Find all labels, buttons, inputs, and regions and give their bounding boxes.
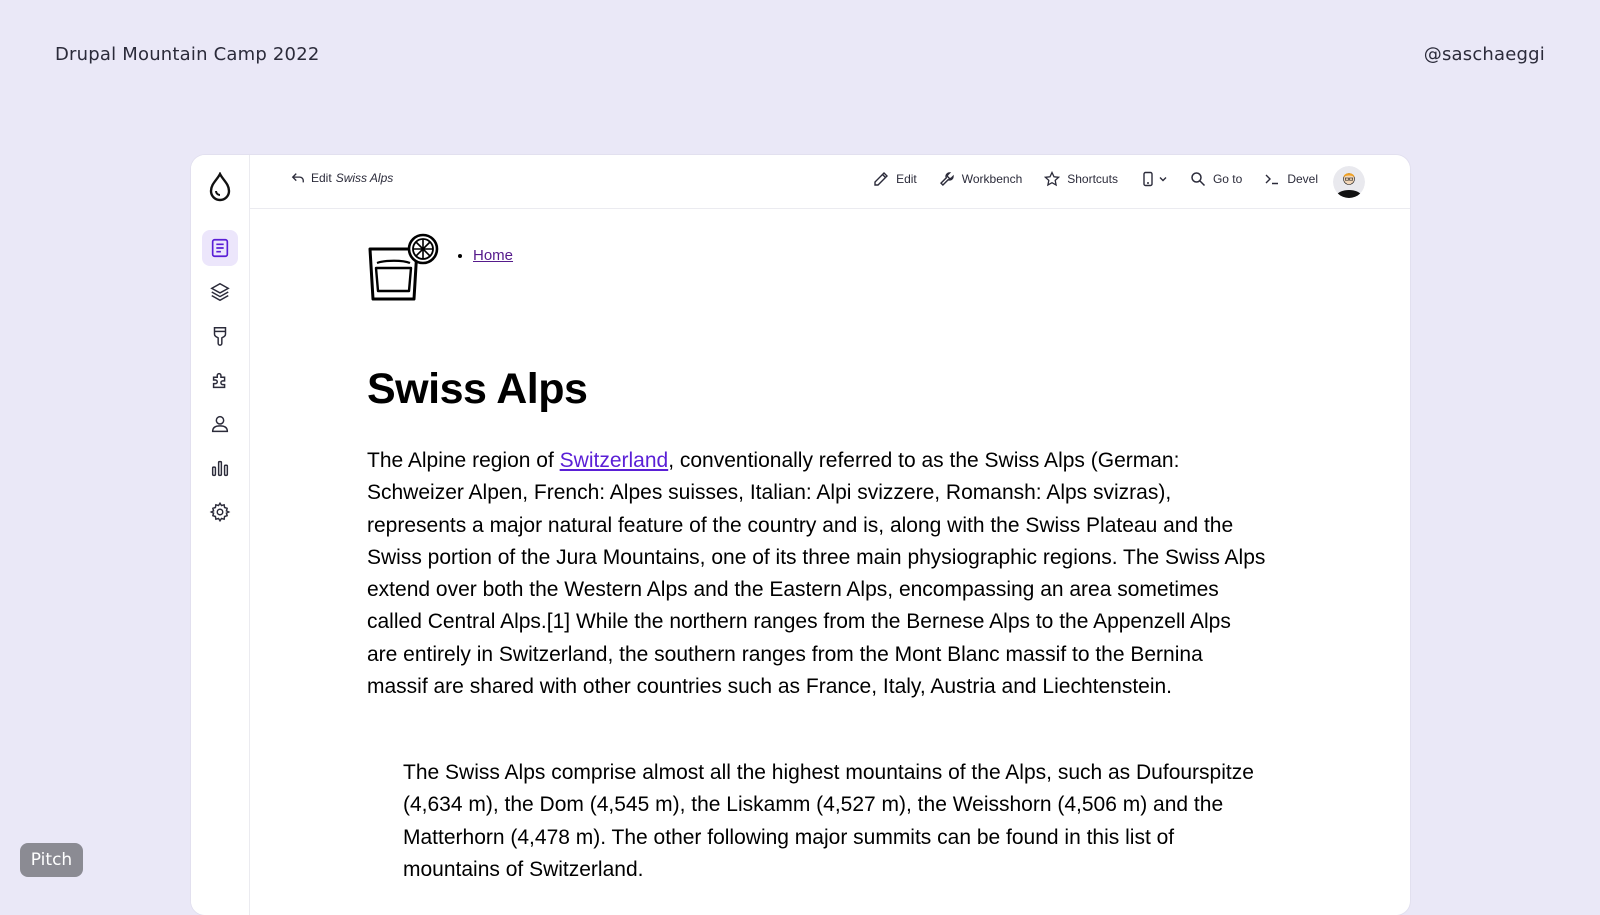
content-icon	[211, 238, 229, 258]
people-icon	[211, 415, 229, 433]
edit-node-title: Swiss Alps	[335, 171, 394, 185]
cocktail-glass-logo-icon[interactable]	[367, 233, 441, 303]
page-title: Swiss Alps	[367, 365, 588, 413]
edit-button-label: Edit	[896, 172, 917, 186]
reports-icon	[211, 460, 229, 477]
appearance-icon	[213, 327, 227, 346]
edit-label: Edit	[311, 171, 332, 185]
wrench-icon	[939, 172, 954, 186]
browser-window: Edit Swiss Alps Edit Workbench Shortcuts…	[191, 155, 1410, 915]
devel-button[interactable]: Devel	[1264, 171, 1318, 187]
star-icon	[1044, 171, 1061, 187]
extend-icon	[212, 372, 226, 389]
back-arrow-icon	[291, 173, 304, 183]
goto-button[interactable]: Go to	[1190, 171, 1242, 187]
admin-toolbar: Edit Swiss Alps Edit Workbench Shortcuts…	[249, 155, 1410, 209]
devel-label: Devel	[1287, 172, 1318, 186]
chevron-down-icon	[1159, 177, 1167, 182]
sidebar-item-configuration[interactable]	[202, 494, 238, 530]
sidebar-item-extend[interactable]	[202, 362, 238, 398]
user-avatar[interactable]	[1333, 166, 1365, 198]
goto-label: Go to	[1212, 172, 1243, 186]
edit-back-link[interactable]: Edit Swiss Alps	[291, 171, 393, 185]
intro-text-start: The Alpine region of	[367, 449, 560, 472]
toolbar-actions: Edit Workbench Shortcuts Go to Devel	[851, 171, 1318, 187]
admin-sidebar	[191, 155, 250, 915]
structure-icon	[210, 282, 230, 302]
drupal-logo-icon[interactable]	[208, 172, 232, 202]
sidebar-item-appearance[interactable]	[202, 318, 238, 354]
intro-text-rest: , conventionally referred to as the Swis…	[367, 449, 1266, 699]
edit-button[interactable]: Edit	[873, 171, 917, 187]
workbench-button[interactable]: Workbench	[939, 171, 1022, 187]
switzerland-link[interactable]: Switzerland	[560, 449, 669, 472]
shortcuts-button[interactable]: Shortcuts	[1044, 171, 1118, 187]
configuration-icon	[209, 501, 231, 523]
shortcuts-label: Shortcuts	[1067, 172, 1118, 186]
sidebar-item-content[interactable]	[202, 230, 238, 266]
workbench-label: Workbench	[961, 172, 1023, 186]
main-menu-item: Home	[473, 247, 513, 264]
intro-paragraph: The Alpine region of Switzerland, conven…	[367, 445, 1267, 703]
sidebar-item-reports[interactable]	[202, 450, 238, 486]
terminal-icon	[1265, 174, 1279, 185]
pitch-badge[interactable]: Pitch	[20, 843, 83, 877]
home-link[interactable]: Home	[473, 247, 513, 264]
sidebar-item-people[interactable]	[202, 406, 238, 442]
mobile-device-icon	[1143, 171, 1153, 187]
pencil-icon	[874, 172, 889, 186]
blockquote: The Swiss Alps comprise almost all the h…	[403, 761, 1254, 881]
slide-handle: @saschaeggi	[1423, 44, 1545, 65]
slide-title: Drupal Mountain Camp 2022	[55, 44, 320, 65]
sidebar-item-structure[interactable]	[202, 274, 238, 310]
device-preview-dropdown[interactable]	[1140, 171, 1168, 187]
main-menu: Home	[457, 247, 513, 264]
search-icon	[1191, 172, 1205, 187]
